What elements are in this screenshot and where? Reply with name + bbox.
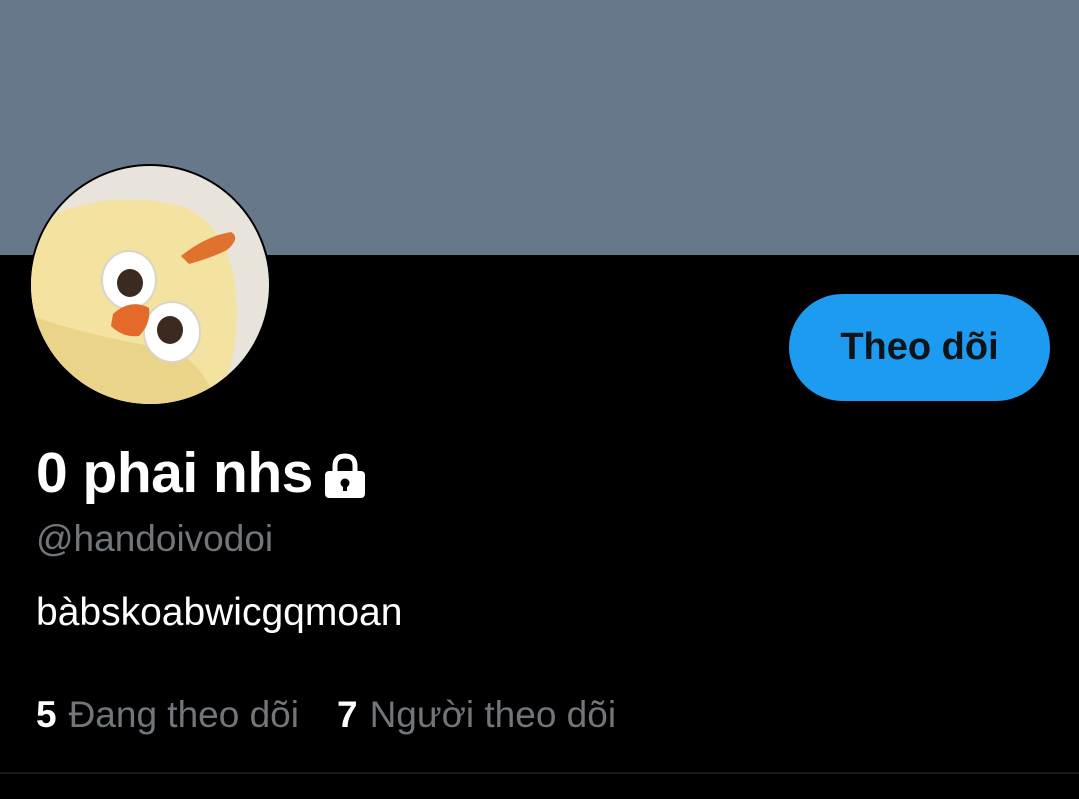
- followers-label: Người theo dõi: [369, 694, 617, 735]
- follow-button[interactable]: Theo dõi: [789, 294, 1050, 401]
- following-count: 5: [36, 694, 57, 735]
- profile-bio: bàbskoabwicgqmoan: [36, 591, 403, 634]
- avatar[interactable]: [29, 164, 271, 406]
- display-name: 0 phai nhs: [36, 441, 313, 505]
- chick-avatar-icon: [31, 166, 269, 404]
- followers-stat[interactable]: 7 Người theo dõi: [337, 690, 616, 740]
- following-stat[interactable]: 5 Đang theo dõi: [36, 690, 299, 740]
- following-label: Đang theo dõi: [68, 694, 299, 735]
- divider: [0, 772, 1079, 774]
- profile-handle: @handoivodoi: [36, 518, 274, 559]
- followers-count: 7: [336, 694, 358, 735]
- profile-page: Theo dõi 0 phai nhs @handoivodoi bàbskoa…: [0, 0, 1079, 799]
- profile-stats: 5 Đang theo dõi 7 Người theo dõi: [36, 690, 616, 740]
- lock-icon: [321, 452, 369, 500]
- display-name-row: 0 phai nhs: [36, 438, 369, 508]
